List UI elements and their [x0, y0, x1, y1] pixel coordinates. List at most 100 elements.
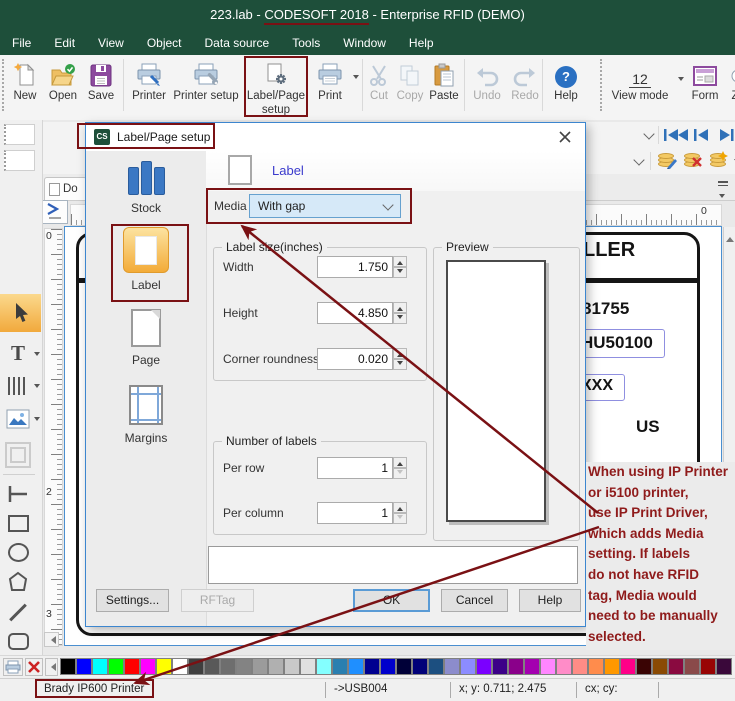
width-spinner[interactable]	[393, 256, 407, 278]
label-page-setup-button[interactable]: Label/Page setup	[246, 58, 306, 116]
color-swatch[interactable]	[700, 658, 716, 675]
color-swatch[interactable]	[268, 658, 284, 675]
label-text-us[interactable]: US	[636, 417, 660, 437]
color-swatch[interactable]	[124, 658, 140, 675]
per-row-field[interactable]: 1	[317, 457, 393, 479]
pointer-tool[interactable]	[0, 294, 41, 332]
per-row-spinner[interactable]	[393, 457, 407, 479]
color-swatch[interactable]	[556, 658, 572, 675]
line-end-tool[interactable]	[2, 480, 34, 508]
previous-record-icon[interactable]	[694, 128, 710, 142]
color-swatch[interactable]	[476, 658, 492, 675]
image-tool[interactable]	[2, 404, 34, 434]
menu-data-source[interactable]: Data source	[205, 36, 270, 50]
combo-chevron-icon[interactable]	[633, 154, 645, 166]
database-add-icon[interactable]	[710, 151, 728, 169]
toolbar-overflow-icon[interactable]	[718, 179, 732, 198]
dialog-title-bar[interactable]: CS Label/Page setup	[86, 123, 585, 151]
per-column-spinner[interactable]	[393, 502, 407, 524]
view-mode-button[interactable]: 12 View mode	[606, 58, 674, 102]
menu-help[interactable]: Help	[409, 36, 434, 50]
sidebar-item-page[interactable]: Page	[86, 309, 206, 367]
menu-edit[interactable]: Edit	[54, 36, 75, 50]
color-swatch[interactable]	[364, 658, 380, 675]
corner-roundness-spinner[interactable]	[393, 348, 407, 370]
toolbar-grip[interactable]	[2, 59, 7, 111]
database-delete-icon[interactable]	[684, 153, 702, 169]
scroll-left-button[interactable]	[44, 632, 59, 647]
save-button[interactable]: Save	[84, 58, 118, 102]
color-swatch[interactable]	[108, 658, 124, 675]
color-swatch[interactable]	[460, 658, 476, 675]
text-tool-caret[interactable]	[34, 352, 40, 359]
color-swatch[interactable]	[588, 658, 604, 675]
width-field[interactable]: 1.750	[317, 256, 393, 278]
color-swatch[interactable]	[236, 658, 252, 675]
line-tool[interactable]	[2, 598, 34, 626]
color-swatch[interactable]	[284, 658, 300, 675]
color-swatch[interactable]	[348, 658, 364, 675]
view-mode-caret[interactable]	[678, 77, 684, 84]
text-tool[interactable]: T	[2, 338, 34, 368]
docked-toolbar-stub[interactable]	[4, 150, 35, 171]
menu-view[interactable]: View	[98, 36, 124, 50]
color-swatch[interactable]	[604, 658, 620, 675]
toolbar-grip[interactable]	[600, 59, 605, 111]
first-record-icon[interactable]	[664, 128, 690, 142]
rounded-rectangle-tool[interactable]	[2, 628, 34, 654]
print-button[interactable]: Print	[310, 58, 350, 102]
barcode-tool-caret[interactable]	[34, 384, 40, 391]
settings-button[interactable]: Settings...	[96, 589, 169, 612]
print-dropdown-caret[interactable]	[353, 75, 359, 82]
color-swatch[interactable]	[684, 658, 700, 675]
color-swatch[interactable]	[620, 658, 636, 675]
close-icon[interactable]	[559, 131, 571, 143]
sidebar-item-margins[interactable]: Margins	[86, 385, 206, 445]
menu-file[interactable]: File	[12, 36, 31, 50]
menu-object[interactable]: Object	[147, 36, 182, 50]
print-color-button[interactable]	[3, 658, 23, 676]
paste-button[interactable]: Paste	[424, 58, 464, 102]
form-button[interactable]: Form	[688, 58, 722, 102]
ok-button[interactable]: OK	[353, 589, 430, 612]
color-swatch[interactable]	[540, 658, 556, 675]
color-swatch[interactable]	[140, 658, 156, 675]
per-column-field[interactable]: 1	[317, 502, 393, 524]
ellipse-tool[interactable]	[2, 538, 34, 566]
no-color-button[interactable]	[25, 658, 43, 676]
label-text-top[interactable]: LLER	[583, 239, 635, 262]
zoom-button-clipped[interactable]: Z	[728, 58, 735, 102]
color-swatch[interactable]	[428, 658, 444, 675]
color-swatch[interactable]	[636, 658, 652, 675]
combo-chevron-icon[interactable]	[643, 128, 655, 140]
color-swatch[interactable]	[572, 658, 588, 675]
color-swatch[interactable]	[380, 658, 396, 675]
new-button[interactable]: New	[8, 58, 42, 102]
color-swatch[interactable]	[204, 658, 220, 675]
color-swatch[interactable]	[300, 658, 316, 675]
sidebar-item-label[interactable]: Label	[86, 227, 206, 292]
database-edit-icon[interactable]	[658, 153, 677, 169]
docked-toolbar-stub[interactable]	[4, 124, 35, 145]
color-swatch[interactable]	[412, 658, 428, 675]
barcode-tool[interactable]	[2, 372, 34, 400]
color-swatch[interactable]	[220, 658, 236, 675]
help-button[interactable]: ? Help	[548, 58, 584, 102]
polygon-tool[interactable]	[2, 568, 34, 596]
help-button[interactable]: Help	[519, 589, 581, 612]
media-dropdown[interactable]: With gap	[249, 194, 401, 218]
image-tool-caret[interactable]	[34, 417, 40, 424]
height-spinner[interactable]	[393, 302, 407, 324]
printer-setup-button[interactable]: Printer setup	[172, 58, 240, 102]
color-swatch[interactable]	[76, 658, 92, 675]
color-swatch[interactable]	[508, 658, 524, 675]
rectangle-tool[interactable]	[2, 510, 34, 536]
sidebar-item-stock[interactable]: Stock	[86, 155, 206, 215]
color-swatch[interactable]	[492, 658, 508, 675]
color-swatch[interactable]	[252, 658, 268, 675]
palette-scroll-left-button[interactable]	[45, 658, 58, 676]
open-button[interactable]: Open	[44, 58, 82, 102]
label-text-hu[interactable]: HU50100	[581, 333, 653, 353]
color-swatch[interactable]	[444, 658, 460, 675]
menu-window[interactable]: Window	[343, 36, 386, 50]
